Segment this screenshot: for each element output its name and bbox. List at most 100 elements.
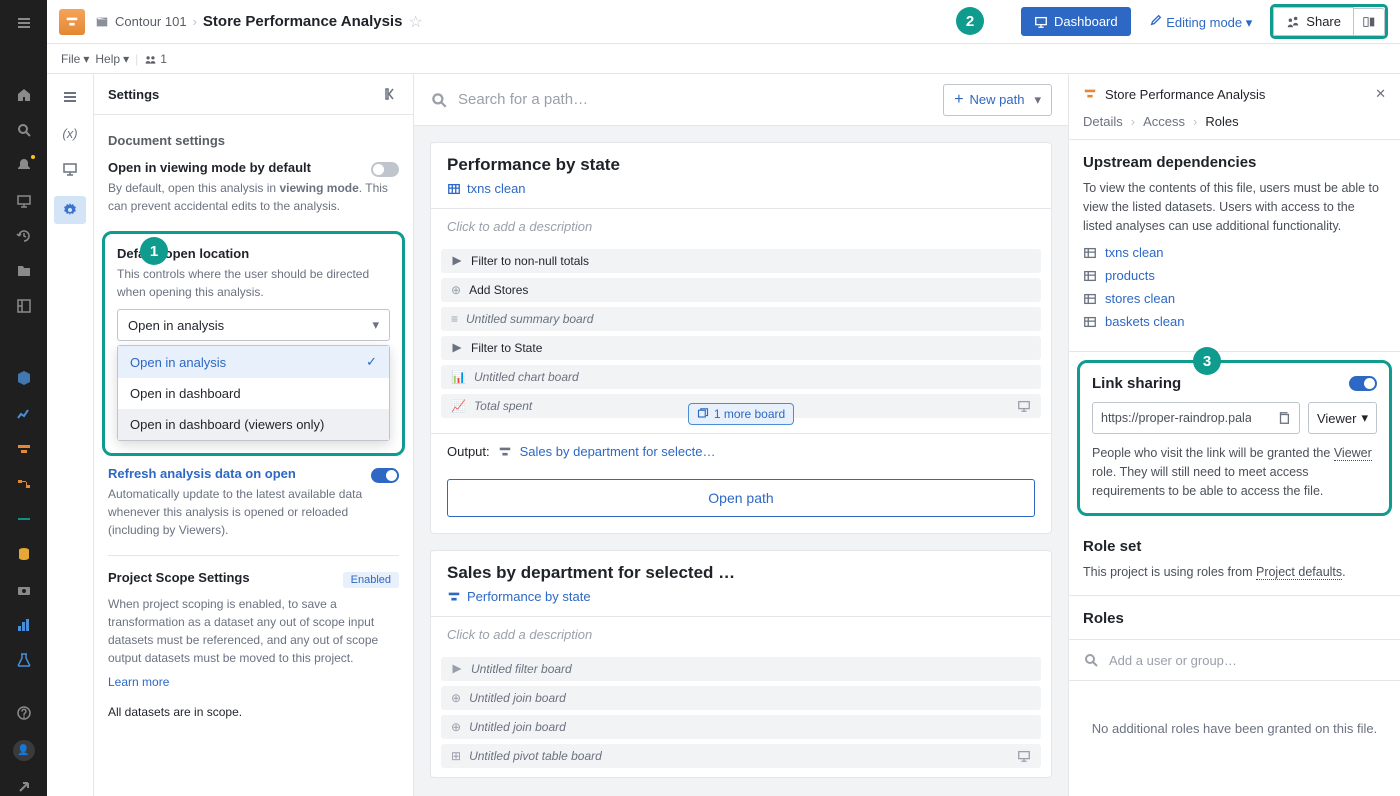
brand-icon bbox=[59, 9, 85, 35]
screen-icon[interactable] bbox=[61, 160, 79, 178]
breadcrumb-folder[interactable]: Contour 101 bbox=[115, 14, 187, 29]
viewing-mode-label: Open in viewing mode by default bbox=[108, 160, 311, 175]
dataset-link[interactable]: baskets clean bbox=[1083, 314, 1386, 329]
board-row[interactable]: 📊Untitled chart board bbox=[441, 365, 1041, 389]
viewing-mode-toggle[interactable] bbox=[371, 162, 399, 177]
contour-icon[interactable] bbox=[15, 440, 33, 457]
home-icon[interactable] bbox=[15, 86, 33, 103]
copy-icon[interactable] bbox=[1277, 411, 1291, 425]
panel-rail: (x) bbox=[47, 74, 94, 796]
no-roles-message: No additional roles have been granted on… bbox=[1069, 681, 1400, 776]
share-button[interactable]: Share bbox=[1273, 7, 1354, 36]
side-title: Store Performance Analysis bbox=[1105, 87, 1265, 102]
user-avatar[interactable]: 👤 bbox=[13, 740, 35, 761]
refresh-toggle[interactable] bbox=[371, 468, 399, 483]
editing-mode-button[interactable]: Editing mode ▾ bbox=[1141, 7, 1261, 37]
folder-icon bbox=[95, 15, 109, 29]
folder-icon[interactable] bbox=[15, 262, 33, 279]
history-icon[interactable] bbox=[15, 227, 33, 244]
bars-icon[interactable] bbox=[15, 616, 33, 633]
cube-icon[interactable] bbox=[15, 370, 33, 387]
camera-icon[interactable] bbox=[15, 581, 33, 598]
path2-title: Sales by department for selected … bbox=[447, 563, 1035, 583]
flow-icon[interactable] bbox=[15, 475, 33, 492]
contour-icon bbox=[498, 445, 512, 459]
scope-footer: All datasets are in scope. bbox=[108, 703, 399, 721]
learn-more-link[interactable]: Learn more bbox=[108, 675, 399, 689]
flask-icon[interactable] bbox=[15, 651, 33, 668]
canvas: Search for a path… + New path ▾ Performa… bbox=[414, 74, 1068, 796]
share-panel-toggle[interactable] bbox=[1354, 8, 1385, 36]
default-location-callout: Default open location This controls wher… bbox=[102, 231, 405, 456]
chart-icon[interactable] bbox=[15, 405, 33, 422]
help-icon[interactable] bbox=[15, 705, 33, 722]
link-sharing-title: Link sharing bbox=[1092, 375, 1181, 392]
path1-source[interactable]: txns clean bbox=[447, 181, 1035, 196]
pipeline-icon[interactable] bbox=[15, 511, 33, 528]
page-title[interactable]: Store Performance Analysis bbox=[203, 13, 403, 30]
present-icon[interactable] bbox=[15, 192, 33, 209]
collaborators[interactable]: 1 bbox=[144, 52, 167, 66]
dataset-link[interactable]: products bbox=[1083, 268, 1386, 283]
default-location-select[interactable]: Open in analysis ▾ bbox=[117, 309, 390, 341]
option-open-dashboard[interactable]: Open in dashboard bbox=[118, 378, 389, 409]
dataset-link[interactable]: txns clean bbox=[1083, 245, 1386, 260]
open-path-button[interactable]: Open path bbox=[447, 479, 1035, 517]
file-menu[interactable]: File ▾ bbox=[61, 52, 89, 66]
settings-panel: Settings Document settings Open in viewi… bbox=[94, 74, 414, 796]
option-open-dashboard-viewers[interactable]: Open in dashboard (viewers only) bbox=[118, 409, 389, 440]
topbar: Contour 101 › Store Performance Analysis… bbox=[47, 0, 1400, 44]
upstream-title: Upstream dependencies bbox=[1083, 154, 1386, 171]
settings-icon[interactable] bbox=[54, 196, 86, 224]
help-menu[interactable]: Help ▾ bbox=[95, 52, 129, 66]
new-path-button[interactable]: + New path ▾ bbox=[943, 84, 1052, 116]
refresh-desc: Automatically update to the latest avail… bbox=[108, 485, 399, 539]
path2-source[interactable]: Performance by state bbox=[447, 589, 1035, 604]
crumb-details[interactable]: Details bbox=[1083, 114, 1123, 129]
board-row[interactable]: ⊕Untitled join board bbox=[441, 686, 1041, 710]
board-row[interactable]: ⊕Add Stores bbox=[441, 278, 1041, 302]
search-icon[interactable] bbox=[15, 122, 33, 139]
search-path[interactable]: Search for a path… bbox=[430, 91, 931, 109]
board-row[interactable]: Filter to non-null totals bbox=[441, 249, 1041, 273]
output-label: Output: bbox=[447, 444, 490, 459]
share-role-select[interactable]: Viewer▾ bbox=[1308, 402, 1377, 434]
settings-heading: Settings bbox=[108, 87, 159, 102]
board-row[interactable]: Filter to State bbox=[441, 336, 1041, 360]
layout-icon[interactable] bbox=[15, 298, 33, 315]
default-location-dropdown: Open in analysis✓ Open in dashboard Open… bbox=[117, 345, 390, 441]
add-user-input[interactable]: Add a user or group… bbox=[1069, 639, 1400, 681]
close-icon[interactable]: ✕ bbox=[1375, 86, 1386, 102]
link-sharing-toggle[interactable] bbox=[1349, 376, 1377, 391]
board-row[interactable]: Untitled filter board bbox=[441, 657, 1041, 681]
path-card-1: Performance by state txns clean Click to… bbox=[430, 142, 1052, 534]
export-icon[interactable] bbox=[15, 779, 33, 796]
hamburger-icon[interactable] bbox=[61, 88, 79, 106]
more-boards-button[interactable]: 1 more board bbox=[688, 403, 794, 425]
star-icon[interactable]: ☆ bbox=[408, 12, 422, 32]
app-rail: 👤 bbox=[0, 0, 47, 796]
roleset-title: Role set bbox=[1083, 538, 1386, 555]
board-row[interactable]: ⊕Untitled join board bbox=[441, 715, 1041, 739]
scope-label: Project Scope Settings bbox=[108, 570, 250, 585]
notifications-icon[interactable] bbox=[15, 157, 33, 174]
crumb-roles[interactable]: Roles bbox=[1205, 114, 1238, 129]
menu-icon[interactable] bbox=[15, 14, 33, 31]
variable-icon[interactable]: (x) bbox=[61, 124, 79, 142]
collapse-icon[interactable] bbox=[383, 86, 399, 102]
output-link[interactable]: Sales by department for selecte… bbox=[520, 444, 716, 459]
option-open-analysis[interactable]: Open in analysis✓ bbox=[118, 346, 389, 378]
dataset-link[interactable]: stores clean bbox=[1083, 291, 1386, 306]
scope-desc: When project scoping is enabled, to save… bbox=[108, 595, 399, 667]
share-url-input[interactable]: https://proper-raindrop.palantir bbox=[1092, 402, 1300, 434]
board-row[interactable]: ≡Untitled summary board bbox=[441, 307, 1041, 331]
path1-desc[interactable]: Click to add a description bbox=[431, 209, 1051, 244]
path2-desc[interactable]: Click to add a description bbox=[431, 617, 1051, 652]
section-doc-settings: Document settings bbox=[108, 133, 399, 148]
database-icon[interactable] bbox=[15, 546, 33, 563]
callout-1: 1 bbox=[140, 237, 168, 265]
board-row[interactable]: ⊞Untitled pivot table board bbox=[441, 744, 1041, 768]
scope-badge: Enabled bbox=[343, 572, 399, 588]
crumb-access[interactable]: Access bbox=[1143, 114, 1185, 129]
dashboard-button[interactable]: Dashboard bbox=[1021, 7, 1131, 36]
